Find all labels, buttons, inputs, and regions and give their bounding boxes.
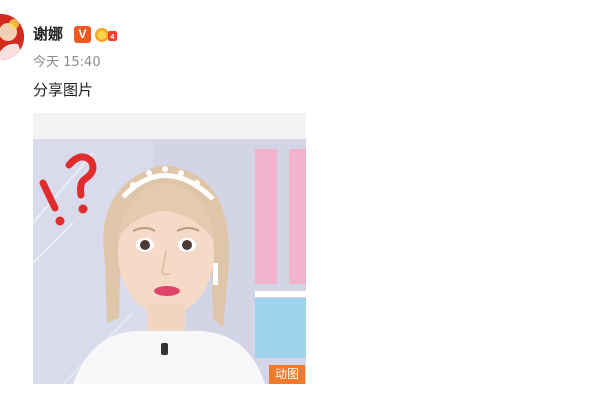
username[interactable]: 谢娜: [33, 25, 63, 43]
gif-badge: 动图: [269, 365, 305, 384]
post-image[interactable]: [33, 113, 306, 384]
svg-text:4: 4: [111, 34, 115, 41]
avatar-image: [0, 14, 24, 60]
avatar[interactable]: [0, 14, 24, 60]
post-timestamp[interactable]: 今天 15:40: [33, 55, 101, 71]
verified-v-icon: V: [74, 26, 91, 43]
post-text: 分享图片: [33, 81, 94, 99]
weibo-post: 谢娜 V 4 今天 15:40 分享图片 动图: [0, 0, 600, 394]
medal-icon[interactable]: 4: [94, 25, 118, 45]
